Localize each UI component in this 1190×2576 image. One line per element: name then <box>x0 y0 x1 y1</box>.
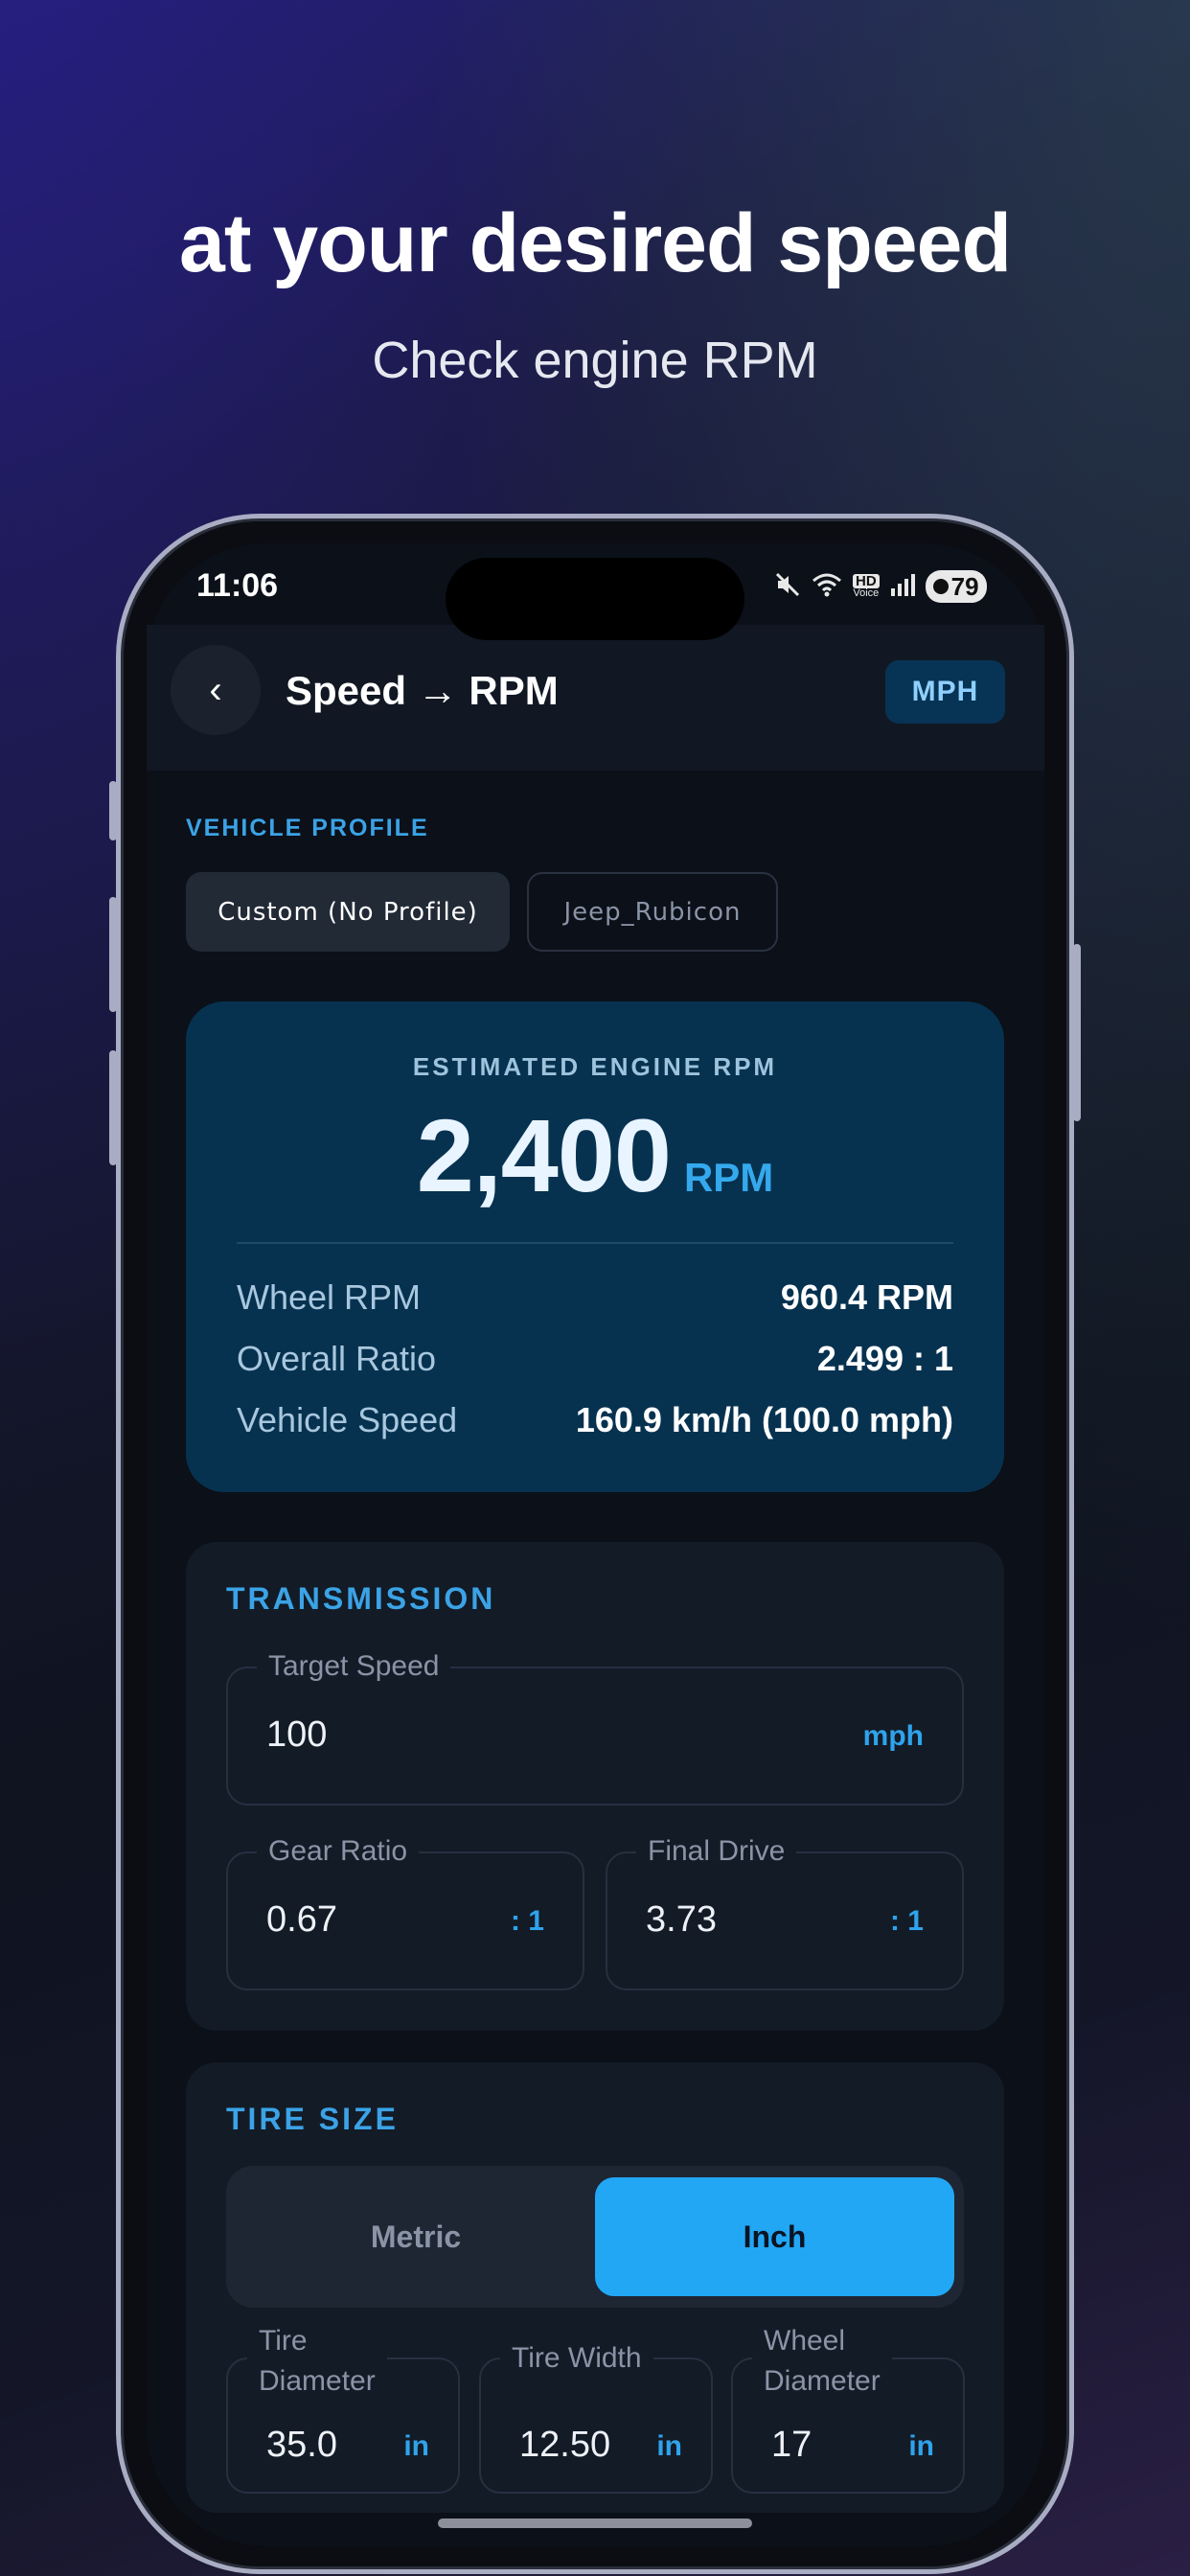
result-row-value: 2.499 : 1 <box>816 1339 953 1378</box>
tire-width-unit: in <box>656 2430 682 2462</box>
wheel-diameter-label: Wheel Diameter <box>752 2321 892 2402</box>
final-drive-unit: : 1 <box>889 1905 924 1937</box>
wheel-diameter-field[interactable]: Wheel Diameter 17 in <box>731 2321 965 2494</box>
battery-dot <box>932 579 949 594</box>
final-drive-input[interactable]: 3.73 <box>646 1899 717 1941</box>
result-row-value: 160.9 km/h (100.0 mph) <box>575 1400 953 1439</box>
tire-unit-inch-tab[interactable]: Inch <box>595 2177 954 2296</box>
profile-chip-custom[interactable]: Custom (No Profile) <box>186 872 510 952</box>
result-row-key: Overall Ratio <box>237 1339 437 1378</box>
page-title: Speed → RPM <box>286 668 559 713</box>
profile-chip-jeep-rubicon[interactable]: Jeep_Rubicon <box>527 872 778 952</box>
vehicle-profile-label: VEHICLE PROFILE <box>186 815 429 841</box>
back-button[interactable]: ‹ <box>171 645 261 735</box>
final-drive-label: Final Drive <box>636 1832 797 1871</box>
tire-width-input[interactable]: 12.50 <box>519 2425 610 2466</box>
estimated-rpm: 2,400 RPM <box>186 1095 1004 1215</box>
status-icons: HD Voice 79 <box>774 570 987 603</box>
tire-diameter-unit: in <box>403 2430 429 2462</box>
unit-toggle-button[interactable]: MPH <box>885 660 1005 724</box>
tire-diameter-label-line1: Tire <box>259 2325 308 2357</box>
result-row-vehicle-speed: Vehicle Speed 160.9 km/h (100.0 mph) <box>237 1400 953 1440</box>
battery-icon: 79 <box>925 570 987 603</box>
hd-voice-icon: HD Voice <box>853 574 880 599</box>
result-divider <box>237 1242 953 1244</box>
estimated-rpm-value: 2,400 <box>416 1097 672 1213</box>
transmission-title: TRANSMISSION <box>226 1581 496 1616</box>
tire-unit-metric-tab[interactable]: Metric <box>238 2177 594 2296</box>
tire-width-field[interactable]: Tire Width 12.50 in <box>479 2338 713 2494</box>
gear-ratio-unit: : 1 <box>510 1905 544 1937</box>
estimated-rpm-label: ESTIMATED ENGINE RPM <box>412 1052 778 1081</box>
result-row-key: Vehicle Speed <box>237 1400 458 1439</box>
phone-power-button <box>1073 944 1081 1121</box>
mute-icon <box>774 571 801 602</box>
tire-diameter-label: Tire Diameter <box>247 2321 387 2402</box>
hd-label: HD <box>853 574 880 588</box>
tire-size-title: TIRE SIZE <box>226 2102 399 2136</box>
target-speed-field[interactable]: Target Speed 100 mph <box>226 1647 964 1806</box>
target-speed-input[interactable]: 100 <box>266 1714 327 1756</box>
tire-width-label: Tire Width <box>500 2338 653 2379</box>
signal-icon <box>889 573 916 600</box>
wheel-diameter-label-line1: Wheel <box>764 2325 846 2357</box>
result-row-overall-ratio: Overall Ratio 2.499 : 1 <box>237 1339 953 1379</box>
home-indicator <box>438 2518 752 2528</box>
dynamic-island <box>446 558 744 640</box>
result-row-value: 960.4 RPM <box>780 1277 953 1317</box>
battery-level: 79 <box>950 571 979 601</box>
tire-diameter-input[interactable]: 35.0 <box>266 2425 337 2466</box>
tire-diameter-field[interactable]: Tire Diameter 35.0 in <box>226 2321 460 2494</box>
estimated-rpm-unit: RPM <box>683 1155 774 1200</box>
wifi-icon <box>811 571 843 602</box>
gear-ratio-input[interactable]: 0.67 <box>266 1899 337 1941</box>
promo-subline: Check engine RPM <box>372 332 818 389</box>
wheel-diameter-label-line2: Diameter <box>764 2365 881 2397</box>
promo-headline: at your desired speed <box>179 197 1012 289</box>
target-speed-label: Target Speed <box>257 1647 451 1686</box>
wheel-diameter-input[interactable]: 17 <box>771 2425 812 2466</box>
gear-ratio-label: Gear Ratio <box>257 1832 420 1871</box>
final-drive-field[interactable]: Final Drive 3.73 : 1 <box>606 1832 964 1990</box>
status-time: 11:06 <box>196 567 279 604</box>
result-row-key: Wheel RPM <box>237 1277 422 1317</box>
voice-label: Voice <box>853 587 880 599</box>
target-speed-unit: mph <box>862 1720 924 1752</box>
result-row-wheel-rpm: Wheel RPM 960.4 RPM <box>237 1277 953 1318</box>
gear-ratio-field[interactable]: Gear Ratio 0.67 : 1 <box>226 1832 584 1990</box>
wheel-diameter-unit: in <box>908 2430 934 2462</box>
tire-diameter-label-line2: Diameter <box>259 2365 376 2397</box>
